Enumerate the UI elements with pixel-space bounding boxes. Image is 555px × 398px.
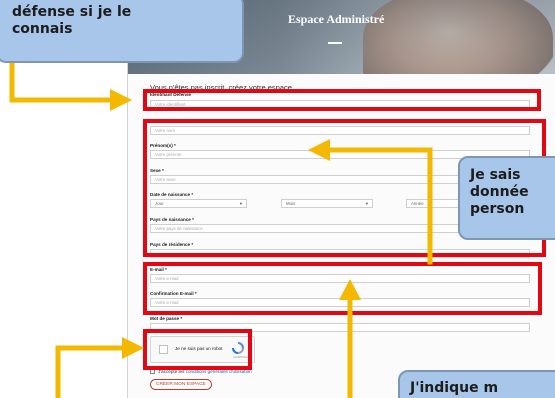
password-label: Mot de passe * [150,316,183,321]
email-input[interactable]: Votre e-mail [150,274,530,283]
callout-line: J'indique m [410,380,499,396]
callout-identifiant: défense si je le connais [0,0,244,63]
chevron-down-icon: ▾ [365,201,368,206]
birth-year-value: Année [411,201,424,206]
recaptcha-widget: Je ne suis pas un robot reCAPTCHA [150,336,255,363]
identifiant-input[interactable]: Votre identifiant [150,100,530,109]
arrow-identifiant [9,55,113,103]
pays-naissance-label: Pays de naissance * [150,217,194,222]
identifiant-label: Identifiant Défense [150,92,192,97]
cgu-prefix: J'accepte les [158,369,185,374]
password-input[interactable] [150,323,530,332]
cgu-link[interactable]: conditions générales d'utilisation [186,369,252,374]
arrow-captcha [55,345,125,398]
cgu-checkbox[interactable] [150,369,155,375]
sexe-label: Sexe * [150,168,164,173]
birth-month-value: Mois [286,201,296,206]
cgu-consent: J'accepte les conditions générales d'uti… [150,369,252,375]
birth-day-value: Jour [155,201,164,206]
recaptcha-logo-icon [232,342,244,354]
email-confirm-label: Confirmation E-mail * [150,291,197,296]
create-account-button[interactable]: CRÉER MON ESPACE [150,379,212,390]
callout-line: défense si je le [12,4,132,20]
recaptcha-label: Je ne suis pas un robot [175,346,223,351]
recaptcha-footer: reCAPTCHA [233,356,248,359]
banner-title: Espace Administré [288,12,385,26]
chevron-down-icon: ▾ [239,201,242,206]
birth-month-select[interactable]: Mois ▾ [281,199,373,208]
callout-line: person [470,201,525,217]
birth-day-select[interactable]: Jour ▾ [150,199,247,208]
email-confirm-input[interactable]: Votre e-mail [150,298,530,307]
pays-residence-input[interactable] [150,249,530,258]
nom-input[interactable]: Votre nom [150,126,530,135]
callout-line: Je sais [470,167,521,183]
callout-line: donnée [470,184,529,200]
callout-line: connais [12,21,73,37]
callout-personal-data: Je sais donnée person [458,156,555,240]
registration-intro: Vous n'êtes pas inscrit, créez votre esp… [150,83,292,92]
callout-email: J'indique m [398,370,555,398]
email-label: E-mail * [150,267,167,272]
pays-residence-label: Pays de résidence * [150,242,194,247]
tutorial-slide: Espace Administré Vous n'êtes pas inscri… [0,0,555,398]
banner-divider [328,42,342,44]
recaptcha-checkbox[interactable] [159,345,168,354]
prenom-label: Prénom(s) * [150,143,176,148]
birthdate-label: Date de naissance * [150,192,194,197]
